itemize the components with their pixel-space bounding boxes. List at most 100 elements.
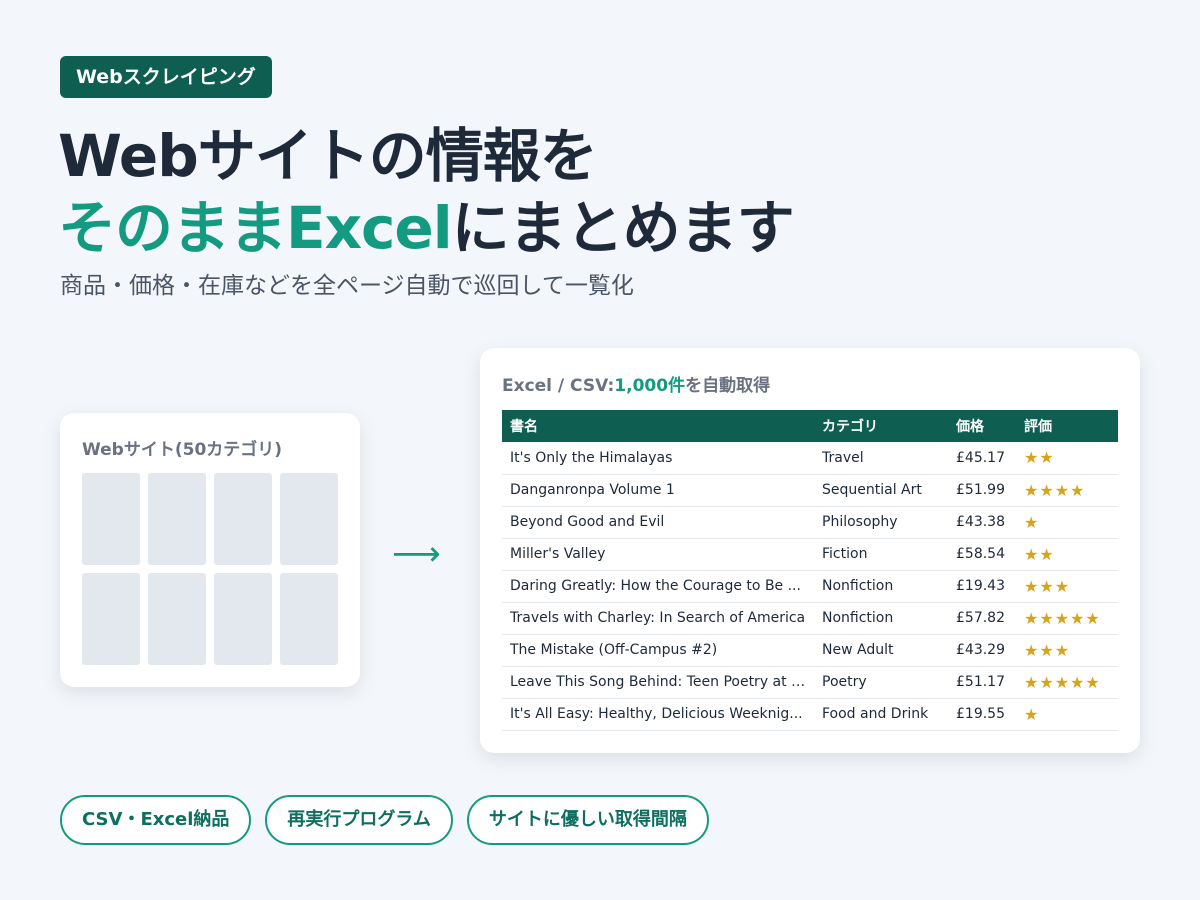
- star-icon: ★: [1054, 640, 1071, 660]
- cell-price: £51.99: [948, 474, 1016, 507]
- cell-category: Fiction: [814, 538, 948, 571]
- book-table: 書名 カテゴリ 価格 評価 It's Only the Himalayas Tra…: [502, 410, 1118, 731]
- star-icon: ★: [1024, 448, 1040, 468]
- cell-category: Sequential Art: [814, 474, 948, 507]
- cell-category: Poetry: [814, 666, 948, 699]
- cell-category: Nonfiction: [814, 602, 948, 635]
- cell-title: It's All Easy: Healthy, Delicious Weekni…: [502, 698, 814, 731]
- headline: Webサイトの情報を そのままExcelにまとめます: [58, 120, 795, 264]
- table-row: It's All Easy: Healthy, Delicious Weekni…: [502, 698, 1118, 731]
- cell-rating: ★★★: [1016, 570, 1118, 603]
- star-icon: ★: [1039, 608, 1055, 628]
- column-header-title: 書名: [510, 419, 538, 435]
- category-page-tile: [214, 473, 272, 565]
- cell-title: Leave This Song Behind: Teen Poetry at I…: [502, 666, 814, 699]
- cell-rating: ★★: [1016, 538, 1118, 571]
- cell-title: Beyond Good and Evil: [502, 506, 814, 539]
- pill-rerun-program: 再実行プログラム: [265, 795, 453, 845]
- cell-rating: ★: [1016, 698, 1118, 731]
- table-body: It's Only the Himalayas Travel £45.17 ★★ Dan…: [502, 442, 1118, 731]
- cell-price: £51.17: [948, 666, 1016, 699]
- star-icon: ★: [1085, 672, 1101, 692]
- excel-table-card: Excel / CSV:1,000件を自動取得 書名 カテゴリ 価格 評価 It…: [480, 348, 1140, 753]
- cell-rating: ★★★: [1016, 634, 1118, 667]
- headline-line-2: そのままExcelにまとめます: [58, 192, 795, 264]
- category-page-tile: [148, 573, 206, 665]
- cell-price: £43.29: [948, 634, 1016, 667]
- category-badge: Webスクレイピング: [60, 56, 272, 98]
- cell-category: Philosophy: [814, 506, 948, 539]
- column-header-category: カテゴリ: [822, 419, 878, 435]
- table-card-title-prefix: Excel / CSV:: [502, 376, 615, 396]
- cell-title: The Mistake (Off-Campus #2): [502, 634, 814, 667]
- category-page-tile: [82, 573, 140, 665]
- table-header-row: 書名 カテゴリ 価格 評価: [502, 410, 1118, 442]
- star-icon: ★: [1054, 576, 1071, 596]
- table-row: The Mistake (Off-Campus #2) New Adult £43.…: [502, 634, 1118, 667]
- table-card-title-count: 1,000件: [614, 376, 686, 396]
- star-icon: ★: [1024, 512, 1040, 532]
- subtitle: 商品・価格・在庫などを全ページ自動で巡回して一覧化: [60, 273, 634, 299]
- feature-pills: CSV・Excel納品 再実行プログラム サイトに優しい取得間隔: [60, 795, 709, 845]
- table-row: Danganronpa Volume 1 Sequential Art £51.99…: [502, 474, 1118, 507]
- website-card: Webサイト(50カテゴリ): [60, 413, 360, 687]
- star-icon: ★: [1024, 544, 1040, 564]
- star-icon: ★: [1070, 672, 1086, 692]
- pill-polite-interval: サイトに優しい取得間隔: [466, 795, 709, 845]
- cell-price: £58.54: [948, 538, 1016, 571]
- cell-price: £19.55: [948, 698, 1016, 731]
- column-header-price: 価格: [956, 419, 984, 435]
- table-row: Travels with Charley: In Search of Ameri…: [502, 602, 1118, 635]
- star-icon: ★: [1039, 544, 1055, 564]
- cell-title: Danganronpa Volume 1: [502, 474, 814, 507]
- star-icon: ★: [1039, 480, 1055, 500]
- cell-rating: ★★★★★: [1016, 602, 1118, 635]
- table-row: Leave This Song Behind: Teen Poetry at I…: [502, 666, 1118, 699]
- star-icon: ★: [1039, 576, 1055, 596]
- table-row: It's Only the Himalayas Travel £45.17 ★★: [502, 442, 1118, 475]
- table-card-title-suffix: を自動取得: [685, 376, 771, 396]
- cell-title: It's Only the Himalayas: [502, 442, 814, 475]
- cell-title: Miller's Valley: [502, 538, 814, 571]
- cell-category: New Adult: [814, 634, 948, 667]
- website-card-title: Webサイト(50カテゴリ): [82, 440, 283, 460]
- cell-price: £57.82: [948, 602, 1016, 635]
- arrow-right-icon: ⟶: [392, 534, 441, 574]
- headline-line-1: Webサイトの情報を: [58, 122, 598, 190]
- cell-rating: ★★★★: [1016, 474, 1118, 507]
- pill-csv-excel-delivery: CSV・Excel納品: [60, 795, 252, 845]
- table-card-title: Excel / CSV:1,000件を自動取得: [502, 372, 1118, 400]
- star-icon: ★: [1039, 640, 1055, 660]
- cell-rating: ★★: [1016, 442, 1118, 475]
- star-icon: ★: [1054, 608, 1071, 628]
- table-row: Miller's Valley Fiction £58.54 ★★: [502, 538, 1118, 571]
- cell-price: £45.17: [948, 442, 1016, 475]
- cell-price: £43.38: [948, 506, 1016, 539]
- cell-category: Travel: [814, 442, 948, 475]
- table-row: Beyond Good and Evil Philosophy £43.38 ★: [502, 506, 1118, 539]
- star-icon: ★: [1024, 480, 1040, 500]
- cell-category: Nonfiction: [814, 570, 948, 603]
- star-icon: ★: [1024, 640, 1040, 660]
- star-icon: ★: [1054, 672, 1071, 692]
- star-icon: ★: [1024, 704, 1040, 724]
- cell-title: Travels with Charley: In Search of Ameri…: [502, 602, 814, 635]
- column-header-rating: 評価: [1024, 419, 1052, 435]
- cell-category: Food and Drink: [814, 698, 948, 731]
- category-page-tile: [82, 473, 140, 565]
- cell-price: £19.43: [948, 570, 1016, 603]
- cell-title: Daring Greatly: How the Courage to Be ..…: [502, 570, 814, 603]
- star-icon: ★: [1085, 608, 1101, 628]
- star-icon: ★: [1039, 448, 1055, 468]
- cell-rating: ★★★★★: [1016, 666, 1118, 699]
- star-icon: ★: [1024, 672, 1040, 692]
- category-page-tile: [280, 473, 338, 565]
- category-page-tile: [214, 573, 272, 665]
- cell-rating: ★: [1016, 506, 1118, 539]
- category-page-tile: [148, 473, 206, 565]
- headline-rest: にまとめます: [451, 194, 795, 262]
- star-icon: ★: [1054, 480, 1071, 500]
- category-page-tile: [280, 573, 338, 665]
- star-icon: ★: [1024, 576, 1040, 596]
- star-icon: ★: [1070, 480, 1086, 500]
